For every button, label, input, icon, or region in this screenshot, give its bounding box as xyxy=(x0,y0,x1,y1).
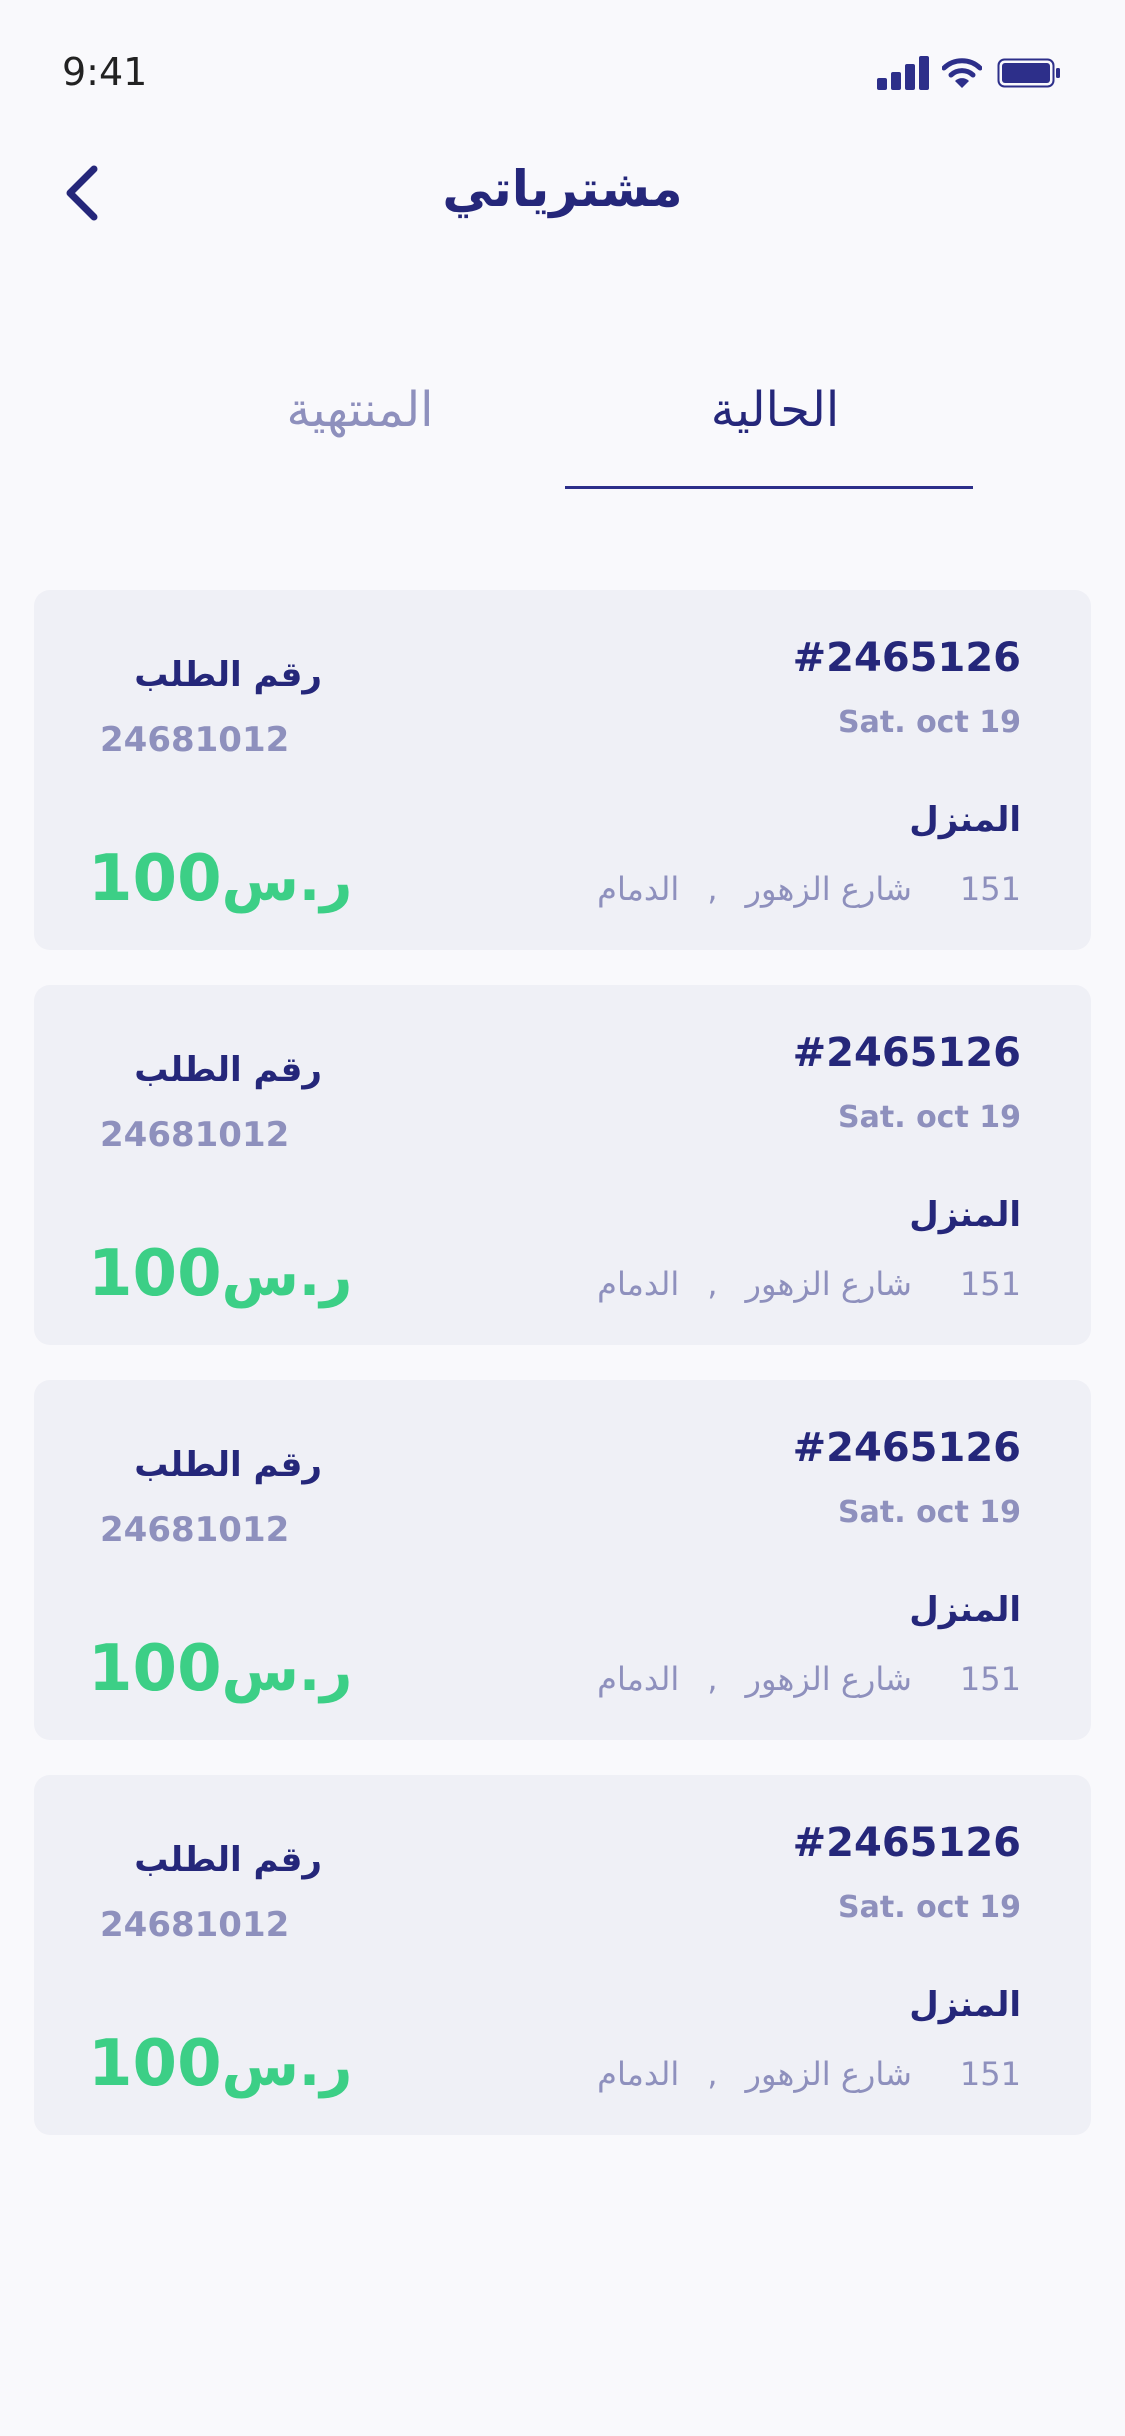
address-line: 151 شارع الزهور, الدمام xyxy=(597,1660,1021,1698)
address-street: شارع الزهور xyxy=(745,1265,912,1303)
order-date: Sat. oct 19 xyxy=(838,1100,1021,1135)
request-number: 24681012 xyxy=(100,1905,290,1945)
address-title: المنزل xyxy=(909,1590,1021,1630)
address-number: 151 xyxy=(959,2055,1021,2093)
order-id: #2465126 xyxy=(792,1425,1021,1471)
request-number: 24681012 xyxy=(100,1115,290,1155)
request-label: رقم الطلب xyxy=(134,1840,322,1880)
price-currency: ر.س xyxy=(221,2034,353,2099)
order-date: Sat. oct 19 xyxy=(838,705,1021,740)
page-title: مشترياتي xyxy=(442,160,683,218)
address-city: الدمام xyxy=(597,1265,680,1303)
address-separator: , xyxy=(707,870,718,908)
address-street: شارع الزهور xyxy=(745,1660,912,1698)
active-tab-indicator xyxy=(565,486,973,489)
address-line: 151 شارع الزهور, الدمام xyxy=(597,870,1021,908)
address-title: المنزل xyxy=(909,800,1021,840)
address-separator: , xyxy=(707,1660,718,1698)
address-city: الدمام xyxy=(597,2055,680,2093)
address-title: المنزل xyxy=(909,1985,1021,2025)
price-currency: ر.س xyxy=(221,849,353,914)
tab-finished[interactable]: المنتهية xyxy=(150,360,570,490)
battery-icon xyxy=(997,58,1061,88)
price-currency: ر.س xyxy=(221,1244,353,1309)
order-price: 100ر.س xyxy=(88,2027,352,2101)
order-price: 100ر.س xyxy=(88,842,352,916)
price-value: 100 xyxy=(88,1632,222,1706)
tabs: الحالية المنتهية xyxy=(0,360,1125,490)
wifi-icon xyxy=(941,56,983,90)
address-city: الدمام xyxy=(597,1660,680,1698)
address-street: شارع الزهور xyxy=(745,2055,912,2093)
order-card[interactable]: #2465126 Sat. oct 19 المنزل 151 شارع الزه… xyxy=(34,985,1091,1345)
request-label: رقم الطلب xyxy=(134,655,322,695)
address-line: 151 شارع الزهور, الدمام xyxy=(597,1265,1021,1303)
order-id: #2465126 xyxy=(792,1030,1021,1076)
price-currency: ر.س xyxy=(221,1639,353,1704)
order-card[interactable]: #2465126 Sat. oct 19 المنزل 151 شارع الزه… xyxy=(34,1380,1091,1740)
order-price: 100ر.س xyxy=(88,1237,352,1311)
address-number: 151 xyxy=(959,870,1021,908)
order-date: Sat. oct 19 xyxy=(838,1495,1021,1530)
price-value: 100 xyxy=(88,2027,222,2101)
address-title: المنزل xyxy=(909,1195,1021,1235)
address-number: 151 xyxy=(959,1660,1021,1698)
order-id: #2465126 xyxy=(792,635,1021,681)
order-date: Sat. oct 19 xyxy=(838,1890,1021,1925)
order-card[interactable]: #2465126 Sat. oct 19 المنزل 151 شارع الزه… xyxy=(34,1775,1091,2135)
request-number: 24681012 xyxy=(100,720,290,760)
address-separator: , xyxy=(707,2055,718,2093)
signal-icon xyxy=(877,56,931,90)
tab-current[interactable]: الحالية xyxy=(565,360,985,490)
order-id: #2465126 xyxy=(792,1820,1021,1866)
address-line: 151 شارع الزهور, الدمام xyxy=(597,2055,1021,2093)
address-separator: , xyxy=(707,1265,718,1303)
request-label: رقم الطلب xyxy=(134,1050,322,1090)
address-city: الدمام xyxy=(597,870,680,908)
price-value: 100 xyxy=(88,1237,222,1311)
price-value: 100 xyxy=(88,842,222,916)
status-bar: 9:41 xyxy=(0,0,1125,150)
address-number: 151 xyxy=(959,1265,1021,1303)
status-time: 9:41 xyxy=(62,50,148,94)
address-street: شارع الزهور xyxy=(745,870,912,908)
request-number: 24681012 xyxy=(100,1510,290,1550)
order-card[interactable]: #2465126 Sat. oct 19 المنزل 151 شارع الزه… xyxy=(34,590,1091,950)
order-price: 100ر.س xyxy=(88,1632,352,1706)
request-label: رقم الطلب xyxy=(134,1445,322,1485)
